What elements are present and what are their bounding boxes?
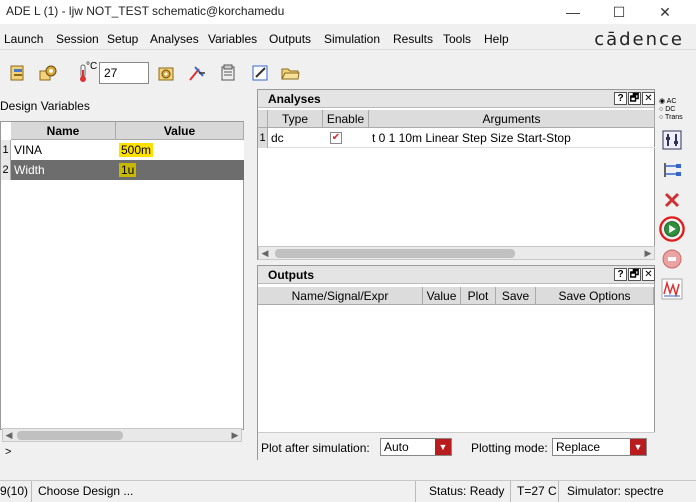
analyses-panel: Analyses ? 🗗 ✕ Type Enable Arguments 1 d… bbox=[257, 89, 655, 260]
status-message: Choose Design ... bbox=[34, 481, 416, 502]
window-title: ADE L (1) - ljw NOT_TEST schematic@korch… bbox=[6, 4, 285, 18]
close-button[interactable]: ✕ bbox=[642, 0, 688, 24]
menu-simulation[interactable]: Simulation bbox=[324, 32, 380, 46]
close-dock-icon[interactable]: ✕ bbox=[642, 92, 655, 105]
radio-ac[interactable]: ◉ AC bbox=[659, 98, 687, 106]
maximize-button[interactable]: ☐ bbox=[596, 0, 642, 24]
analyses-header-enable[interactable]: Enable bbox=[323, 110, 369, 128]
run-simulation-icon[interactable] bbox=[659, 216, 685, 242]
table-row[interactable]: 1 dc ✔ t 0 1 10m Linear Step Size Start-… bbox=[258, 128, 655, 148]
scroll-right-arrow-icon[interactable]: ▶ bbox=[642, 247, 654, 259]
outputs-header-plot[interactable]: Plot bbox=[461, 287, 496, 305]
outputs-title: Outputs bbox=[258, 266, 654, 284]
close-dock-icon[interactable]: ✕ bbox=[642, 268, 655, 281]
dv-header-name[interactable]: Name bbox=[11, 122, 116, 140]
menu-session[interactable]: Session bbox=[56, 32, 99, 46]
minimize-button[interactable]: — bbox=[550, 0, 596, 24]
float-icon[interactable]: 🗗 bbox=[628, 268, 641, 281]
help-icon[interactable]: ? bbox=[614, 92, 627, 105]
menu-help[interactable]: Help bbox=[484, 32, 509, 46]
dv-name-cell[interactable]: VINA bbox=[11, 140, 116, 160]
stop-simulation-icon[interactable] bbox=[659, 246, 685, 272]
radio-dc[interactable]: ○ DC bbox=[659, 106, 687, 114]
analysis-radio-group: ◉ AC ○ DC ○ Trans bbox=[659, 98, 687, 124]
menu-tools[interactable]: Tools bbox=[443, 32, 471, 46]
analyses-horizontal-scrollbar[interactable]: ◀ ▶ bbox=[258, 246, 655, 260]
netlist-connect-icon[interactable] bbox=[659, 157, 685, 183]
dv-name-cell[interactable]: Width bbox=[11, 160, 116, 180]
scroll-left-arrow-icon[interactable]: ◀ bbox=[259, 247, 271, 259]
analysis-type-cell[interactable]: dc bbox=[268, 128, 323, 148]
scroll-left-arrow-icon[interactable]: ◀ bbox=[3, 429, 15, 441]
menu-bar: Launch Session Setup Analyses Variables … bbox=[0, 28, 696, 50]
analyses-header-arguments[interactable]: Arguments bbox=[369, 110, 655, 128]
menu-analyses[interactable]: Analyses bbox=[150, 32, 199, 46]
simulation-status: Status: Ready bbox=[425, 481, 511, 502]
radio-ac-label: AC bbox=[666, 98, 677, 105]
mouse-status: 9(10) bbox=[0, 481, 32, 502]
title-bar: ADE L (1) - ljw NOT_TEST schematic@korch… bbox=[0, 0, 696, 24]
menu-setup[interactable]: Setup bbox=[107, 32, 138, 46]
table-row[interactable]: 2 Width 1u bbox=[1, 160, 244, 180]
menu-launch[interactable]: Launch bbox=[4, 32, 43, 46]
float-icon[interactable]: 🗗 bbox=[628, 92, 641, 105]
temperature-unit: °C bbox=[86, 61, 98, 72]
row-number: 1 bbox=[1, 140, 11, 160]
design-variables-table: Name Value 1 VINA 500m 2 Width 1u bbox=[0, 121, 244, 430]
right-sidebar: ◉ AC ○ DC ○ Trans bbox=[657, 95, 687, 460]
outputs-header-name[interactable]: Name/Signal/Expr bbox=[258, 287, 423, 305]
outputs-header-value[interactable]: Value bbox=[423, 287, 461, 305]
outputs-header-save-options[interactable]: Save Options bbox=[536, 287, 654, 305]
radio-trans-label: Trans bbox=[665, 114, 683, 121]
temperature-status: T=27 C bbox=[513, 481, 559, 502]
delete-icon[interactable] bbox=[659, 187, 685, 213]
plot-waveform-icon[interactable] bbox=[659, 276, 685, 302]
load-state-icon[interactable] bbox=[6, 61, 30, 85]
command-prompt: > bbox=[5, 446, 12, 458]
menu-results[interactable]: Results bbox=[393, 32, 433, 46]
menu-outputs[interactable]: Outputs bbox=[269, 32, 311, 46]
scroll-right-arrow-icon[interactable]: ▶ bbox=[229, 429, 241, 441]
menu-variables[interactable]: Variables bbox=[208, 32, 257, 46]
design-variables-title: Design Variables bbox=[0, 99, 90, 113]
radio-trans[interactable]: ○ Trans bbox=[659, 114, 687, 122]
row-number: 2 bbox=[1, 160, 11, 180]
cadence-logo: cādence bbox=[594, 29, 684, 50]
dv-value-cell[interactable]: 1u bbox=[116, 160, 244, 180]
dv-value-cell[interactable]: 500m bbox=[116, 140, 244, 160]
dv-header-value[interactable]: Value bbox=[116, 122, 244, 140]
outputs-header-save[interactable]: Save bbox=[496, 287, 536, 305]
scroll-thumb[interactable] bbox=[17, 431, 123, 440]
analysis-enable-checkbox[interactable]: ✔ bbox=[330, 132, 342, 144]
row-number: 1 bbox=[258, 128, 268, 148]
radio-dc-label: DC bbox=[665, 106, 676, 113]
analyses-header-type[interactable]: Type bbox=[268, 110, 323, 128]
tune-icon[interactable] bbox=[659, 127, 685, 153]
simulator-status: Simulator: spectre bbox=[567, 484, 664, 498]
help-icon[interactable]: ? bbox=[614, 268, 627, 281]
table-row[interactable]: 1 VINA 500m bbox=[1, 140, 244, 160]
temperature-input[interactable] bbox=[99, 62, 149, 84]
setup-gear-icon[interactable] bbox=[36, 61, 60, 85]
dv-value: 500m bbox=[119, 143, 154, 157]
outputs-panel: Outputs ? 🗗 ✕ Name/Signal/Expr Value Plo… bbox=[257, 265, 655, 460]
analysis-arguments-cell[interactable]: t 0 1 10m Linear Step Size Start-Stop bbox=[369, 128, 655, 148]
analyses-title: Analyses bbox=[258, 90, 654, 108]
status-bar: 9(10) Choose Design ... Status: Ready T=… bbox=[0, 480, 696, 502]
command-line[interactable]: > bbox=[0, 446, 655, 460]
dv-horizontal-scrollbar[interactable]: ◀ ▶ bbox=[2, 428, 242, 442]
scroll-thumb[interactable] bbox=[275, 249, 515, 258]
dv-value: 1u bbox=[119, 163, 137, 177]
row-header-corner bbox=[258, 110, 268, 128]
